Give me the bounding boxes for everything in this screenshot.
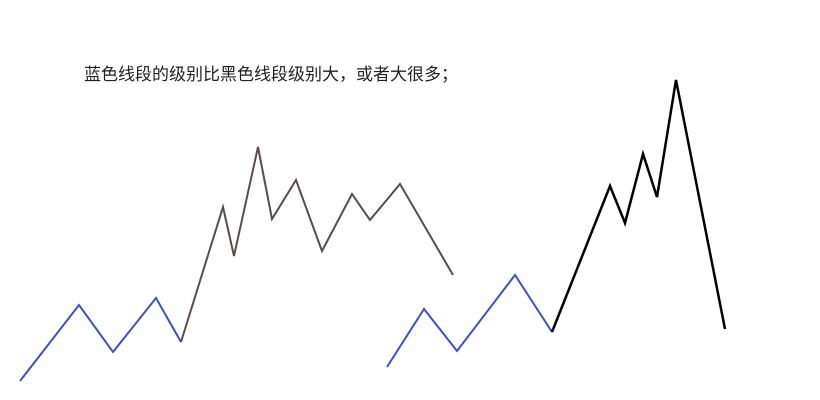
- left-blue-segment: [19, 296, 182, 382]
- right-blue-segment: [386, 273, 553, 368]
- left-figure: [19, 146, 454, 382]
- left-dark-segment: [180, 146, 454, 343]
- right-black-segment: [550, 79, 727, 333]
- segment-diagram: [19, 79, 727, 382]
- right-figure: [386, 79, 727, 368]
